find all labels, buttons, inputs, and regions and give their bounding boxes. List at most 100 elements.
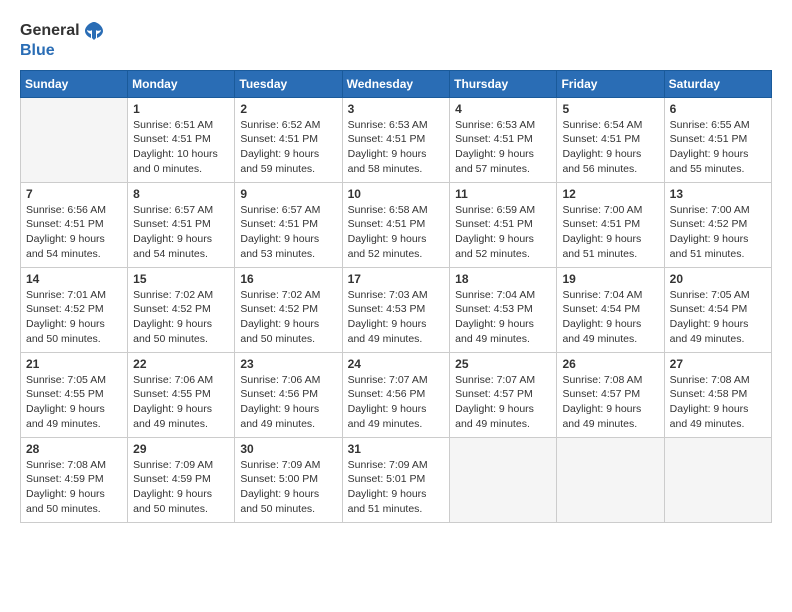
day-cell-31: 31 Sunrise: 7:09 AMSunset: 5:01 PMDayligh… bbox=[342, 437, 450, 522]
day-number: 18 bbox=[455, 272, 551, 286]
logo: General Blue bbox=[20, 20, 105, 60]
day-info: Sunrise: 6:59 AMSunset: 4:51 PMDaylight:… bbox=[455, 203, 551, 262]
day-number: 31 bbox=[348, 442, 445, 456]
day-cell-11: 11Sunrise: 6:59 AMSunset: 4:51 PMDayligh… bbox=[450, 182, 557, 267]
day-info: Sunrise: 6:57 AMSunset: 4:51 PMDaylight:… bbox=[133, 203, 229, 262]
day-number: 27 bbox=[670, 357, 766, 371]
empty-cell bbox=[21, 97, 128, 182]
day-info: Sunrise: 7:08 AMSunset: 4:57 PMDaylight:… bbox=[562, 373, 658, 432]
day-info: Sunrise: 7:02 AMSunset: 4:52 PMDaylight:… bbox=[133, 288, 229, 347]
day-cell-16: 16Sunrise: 7:02 AMSunset: 4:52 PMDayligh… bbox=[235, 267, 342, 352]
day-number: 29 bbox=[133, 442, 229, 456]
day-cell-10: 10Sunrise: 6:58 AMSunset: 4:51 PMDayligh… bbox=[342, 182, 450, 267]
day-number: 20 bbox=[670, 272, 766, 286]
day-cell-15: 15 Sunrise: 7:02 AMSunset: 4:52 PMDayligh… bbox=[128, 267, 235, 352]
day-cell-24: 24 Sunrise: 7:07 AMSunset: 4:56 PMDayligh… bbox=[342, 352, 450, 437]
day-info: Sunrise: 7:03 AMSunset: 4:53 PMDaylight:… bbox=[348, 288, 445, 347]
logo-text-blue: Blue bbox=[20, 42, 55, 60]
day-cell-22: 22Sunrise: 7:06 AMSunset: 4:55 PMDayligh… bbox=[128, 352, 235, 437]
day-cell-1: 1 Sunrise: 6:51 AMSunset: 4:51 PMDaylight… bbox=[128, 97, 235, 182]
header: General Blue bbox=[20, 20, 772, 60]
day-cell-2: 2Sunrise: 6:52 AMSunset: 4:51 PMDaylight… bbox=[235, 97, 342, 182]
day-number: 15 bbox=[133, 272, 229, 286]
day-number: 19 bbox=[562, 272, 658, 286]
day-cell-19: 19 Sunrise: 7:04 AMSunset: 4:54 PMDayligh… bbox=[557, 267, 664, 352]
day-info: Sunrise: 6:53 AMSunset: 4:51 PMDaylight:… bbox=[455, 118, 551, 177]
day-number: 26 bbox=[562, 357, 658, 371]
day-number: 13 bbox=[670, 187, 766, 201]
day-number: 10 bbox=[348, 187, 445, 201]
week-row-4: 21 Sunrise: 7:05 AMSunset: 4:55 PMDayligh… bbox=[21, 352, 772, 437]
day-info: Sunrise: 6:56 AMSunset: 4:51 PMDaylight:… bbox=[26, 203, 122, 262]
day-cell-4: 4 Sunrise: 6:53 AMSunset: 4:51 PMDaylight… bbox=[450, 97, 557, 182]
day-cell-30: 30 Sunrise: 7:09 AMSunset: 5:00 PMDayligh… bbox=[235, 437, 342, 522]
day-cell-12: 12 Sunrise: 7:00 AMSunset: 4:51 PMDayligh… bbox=[557, 182, 664, 267]
day-cell-13: 13 Sunrise: 7:00 AMSunset: 4:52 PMDayligh… bbox=[664, 182, 771, 267]
day-cell-21: 21 Sunrise: 7:05 AMSunset: 4:55 PMDayligh… bbox=[21, 352, 128, 437]
empty-cell bbox=[557, 437, 664, 522]
day-info: Sunrise: 6:57 AMSunset: 4:51 PMDaylight:… bbox=[240, 203, 336, 262]
day-info: Sunrise: 6:55 AMSunset: 4:51 PMDaylight:… bbox=[670, 118, 766, 177]
day-info: Sunrise: 7:05 AMSunset: 4:55 PMDaylight:… bbox=[26, 373, 122, 432]
day-cell-9: 9 Sunrise: 6:57 AMSunset: 4:51 PMDaylight… bbox=[235, 182, 342, 267]
week-row-5: 28Sunrise: 7:08 AMSunset: 4:59 PMDayligh… bbox=[21, 437, 772, 522]
day-number: 28 bbox=[26, 442, 122, 456]
day-cell-18: 18 Sunrise: 7:04 AMSunset: 4:53 PMDayligh… bbox=[450, 267, 557, 352]
week-row-1: 1 Sunrise: 6:51 AMSunset: 4:51 PMDaylight… bbox=[21, 97, 772, 182]
day-info: Sunrise: 7:06 AMSunset: 4:56 PMDaylight:… bbox=[240, 373, 336, 432]
logo-text-general: General bbox=[20, 22, 80, 40]
day-number: 4 bbox=[455, 102, 551, 116]
day-info: Sunrise: 7:07 AMSunset: 4:57 PMDaylight:… bbox=[455, 373, 551, 432]
day-number: 5 bbox=[562, 102, 658, 116]
day-info: Sunrise: 7:00 AMSunset: 4:51 PMDaylight:… bbox=[562, 203, 658, 262]
day-info: Sunrise: 6:53 AMSunset: 4:51 PMDaylight:… bbox=[348, 118, 445, 177]
day-cell-26: 26 Sunrise: 7:08 AMSunset: 4:57 PMDayligh… bbox=[557, 352, 664, 437]
day-number: 8 bbox=[133, 187, 229, 201]
day-header-thursday: Thursday bbox=[450, 70, 557, 97]
day-cell-25: 25 Sunrise: 7:07 AMSunset: 4:57 PMDayligh… bbox=[450, 352, 557, 437]
day-cell-8: 8 Sunrise: 6:57 AMSunset: 4:51 PMDaylight… bbox=[128, 182, 235, 267]
day-info: Sunrise: 7:09 AMSunset: 5:01 PMDaylight:… bbox=[348, 458, 445, 517]
day-number: 25 bbox=[455, 357, 551, 371]
calendar-table: SundayMondayTuesdayWednesdayThursdayFrid… bbox=[20, 70, 772, 523]
day-header-sunday: Sunday bbox=[21, 70, 128, 97]
day-cell-7: 7 Sunrise: 6:56 AMSunset: 4:51 PMDaylight… bbox=[21, 182, 128, 267]
day-number: 23 bbox=[240, 357, 336, 371]
day-cell-28: 28Sunrise: 7:08 AMSunset: 4:59 PMDayligh… bbox=[21, 437, 128, 522]
day-info: Sunrise: 7:01 AMSunset: 4:52 PMDaylight:… bbox=[26, 288, 122, 347]
day-info: Sunrise: 7:09 AMSunset: 5:00 PMDaylight:… bbox=[240, 458, 336, 517]
day-info: Sunrise: 7:04 AMSunset: 4:53 PMDaylight:… bbox=[455, 288, 551, 347]
week-row-3: 14Sunrise: 7:01 AMSunset: 4:52 PMDayligh… bbox=[21, 267, 772, 352]
day-info: Sunrise: 6:51 AMSunset: 4:51 PMDaylight:… bbox=[133, 118, 229, 177]
day-cell-3: 3 Sunrise: 6:53 AMSunset: 4:51 PMDaylight… bbox=[342, 97, 450, 182]
day-number: 24 bbox=[348, 357, 445, 371]
day-cell-5: 5 Sunrise: 6:54 AMSunset: 4:51 PMDaylight… bbox=[557, 97, 664, 182]
calendar-body: 1 Sunrise: 6:51 AMSunset: 4:51 PMDaylight… bbox=[21, 97, 772, 522]
empty-cell bbox=[450, 437, 557, 522]
day-info: Sunrise: 7:07 AMSunset: 4:56 PMDaylight:… bbox=[348, 373, 445, 432]
day-info: Sunrise: 7:08 AMSunset: 4:58 PMDaylight:… bbox=[670, 373, 766, 432]
day-number: 16 bbox=[240, 272, 336, 286]
day-number: 3 bbox=[348, 102, 445, 116]
day-cell-27: 27 Sunrise: 7:08 AMSunset: 4:58 PMDayligh… bbox=[664, 352, 771, 437]
day-number: 1 bbox=[133, 102, 229, 116]
logo-bird-icon bbox=[83, 20, 105, 42]
day-number: 21 bbox=[26, 357, 122, 371]
empty-cell bbox=[664, 437, 771, 522]
day-info: Sunrise: 7:00 AMSunset: 4:52 PMDaylight:… bbox=[670, 203, 766, 262]
day-header-wednesday: Wednesday bbox=[342, 70, 450, 97]
day-number: 2 bbox=[240, 102, 336, 116]
day-number: 22 bbox=[133, 357, 229, 371]
calendar-header-row: SundayMondayTuesdayWednesdayThursdayFrid… bbox=[21, 70, 772, 97]
day-number: 9 bbox=[240, 187, 336, 201]
day-cell-6: 6Sunrise: 6:55 AMSunset: 4:51 PMDaylight… bbox=[664, 97, 771, 182]
day-cell-23: 23 Sunrise: 7:06 AMSunset: 4:56 PMDayligh… bbox=[235, 352, 342, 437]
day-number: 30 bbox=[240, 442, 336, 456]
day-info: Sunrise: 6:54 AMSunset: 4:51 PMDaylight:… bbox=[562, 118, 658, 177]
day-cell-17: 17Sunrise: 7:03 AMSunset: 4:53 PMDayligh… bbox=[342, 267, 450, 352]
day-cell-20: 20Sunrise: 7:05 AMSunset: 4:54 PMDayligh… bbox=[664, 267, 771, 352]
day-header-friday: Friday bbox=[557, 70, 664, 97]
day-number: 7 bbox=[26, 187, 122, 201]
day-number: 12 bbox=[562, 187, 658, 201]
day-info: Sunrise: 7:04 AMSunset: 4:54 PMDaylight:… bbox=[562, 288, 658, 347]
